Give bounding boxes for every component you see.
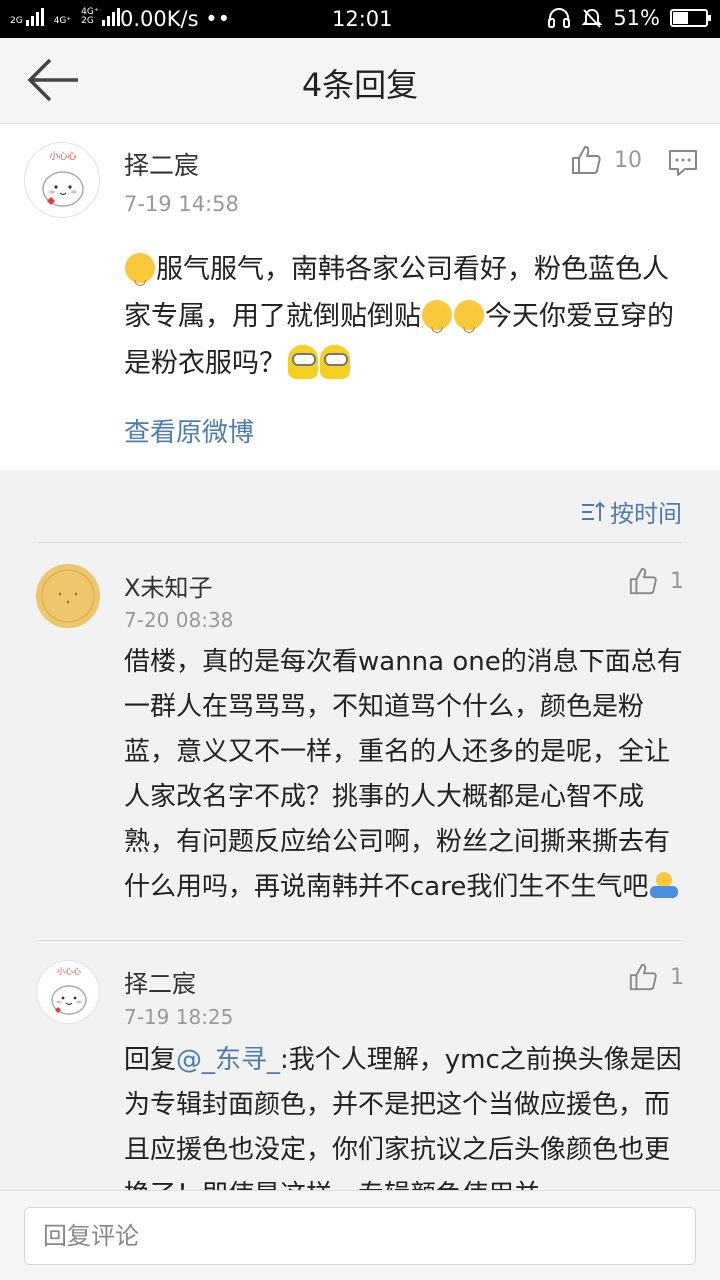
sim1-network-label: 4G⁺ xyxy=(53,16,72,26)
reply-author[interactable]: 择二宸 xyxy=(124,964,196,999)
status-bar: 2G 4G⁺ 4G⁺ 2G 0.00K/s •• 12:01 51% xyxy=(0,0,720,38)
divider xyxy=(38,940,682,941)
battery-icon xyxy=(670,9,711,27)
battery-level xyxy=(673,12,689,24)
shrug-emoji-icon xyxy=(648,872,680,900)
reply-comment-icon[interactable] xyxy=(668,148,698,178)
mention-link[interactable]: @_东寻_ xyxy=(176,1045,280,1075)
thumbs-up-icon xyxy=(572,146,601,174)
avatar-text: 小心心 xyxy=(49,151,76,162)
mute-bell-icon xyxy=(581,8,603,28)
signal-indicators: 2G 4G⁺ 4G⁺ 2G xyxy=(10,8,120,26)
like-button[interactable]: 10 xyxy=(570,144,642,176)
minion-emoji-icon xyxy=(288,345,318,379)
clock: 12:01 xyxy=(332,7,393,31)
notification-dots: • xyxy=(217,7,231,31)
smile-emoji-icon xyxy=(125,253,155,303)
page-title: 4条回复 xyxy=(301,66,419,104)
reply-time: 7-20 08:38 xyxy=(124,608,234,632)
reply-author[interactable]: X未知子 xyxy=(124,568,212,603)
like-count: 10 xyxy=(614,147,642,173)
avatar[interactable]: 小心心 xyxy=(36,960,100,1024)
app-header: 4条回复 xyxy=(0,38,720,124)
signal-icon xyxy=(25,8,44,26)
thumbs-up-icon xyxy=(629,963,657,991)
thumbs-up-icon xyxy=(629,567,657,595)
avatar[interactable]: 小心心 xyxy=(24,142,100,218)
mochi-avatar-icon: 小心心 xyxy=(51,967,87,1015)
reply-comment-input[interactable]: 回复评论 xyxy=(24,1207,696,1265)
comment-author[interactable]: 择二宸 xyxy=(124,146,199,182)
comment-body: 服气服气，南韩各家公司看好，粉色蓝色人家专属，用了就倒贴倒贴今天你爱豆穿的是粉衣… xyxy=(124,246,684,387)
avatar-text: 小心心 xyxy=(57,967,81,976)
reply-body: 借楼，真的是每次看wanna one的消息下面总有一群人在骂骂骂，不知道骂个什么… xyxy=(124,640,690,910)
like-count: 1 xyxy=(670,964,684,990)
orange-avatar-icon xyxy=(37,565,99,627)
reply-input-bar: 回复评论 xyxy=(0,1190,720,1280)
battery-percent: 51% xyxy=(613,6,660,30)
divider xyxy=(38,542,682,543)
net-speed: 0.00K/s xyxy=(120,7,199,31)
main-comment-card: 小心心 择二宸 7-19 14:58 10 服气服气，南韩各家公司看好，粉色蓝色… xyxy=(0,124,720,470)
reply-body: 回复@_东寻_:我个人理解，ymc之前换头像是因为专辑封面颜色，并不是把这个当做… xyxy=(124,1038,690,1190)
sim1-label: 2G xyxy=(10,16,23,26)
view-original-link[interactable]: 查看原微博 xyxy=(124,412,254,449)
comment-time: 7-19 14:58 xyxy=(124,192,239,216)
sim2-label: 2G xyxy=(81,16,94,26)
like-button[interactable]: 1 xyxy=(628,962,684,992)
sort-label: 按时间 xyxy=(610,500,682,528)
reply-prefix: 回复 xyxy=(124,1045,177,1075)
like-button[interactable]: 1 xyxy=(628,566,684,596)
notification-dots: • xyxy=(205,7,218,31)
signal-icon xyxy=(101,8,120,26)
like-count: 1 xyxy=(670,568,684,594)
smile-emoji-icon xyxy=(454,300,484,350)
smile-emoji-icon xyxy=(422,300,452,350)
headset-icon xyxy=(548,8,571,28)
reply-time: 7-19 18:25 xyxy=(124,1005,234,1029)
mochi-avatar-icon: 小心心 xyxy=(42,151,84,207)
reply-text: 借楼，真的是每次看wanna one的消息下面总有一群人在骂骂骂，不知道骂个什么… xyxy=(124,647,683,902)
minion-emoji-icon xyxy=(320,345,350,379)
avatar[interactable] xyxy=(36,564,100,628)
sort-by-time-button[interactable]: 按时间 xyxy=(580,494,682,529)
sort-icon xyxy=(582,501,605,521)
